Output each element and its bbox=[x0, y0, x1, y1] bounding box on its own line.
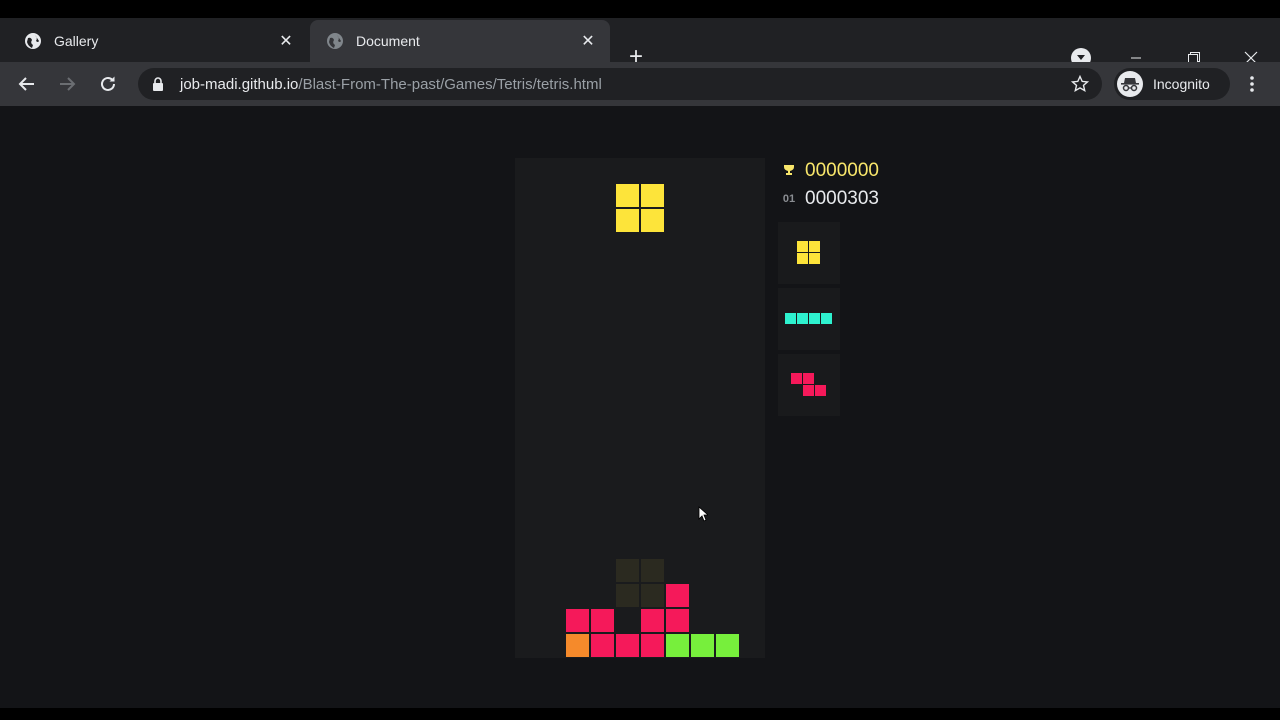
browser-toolbar: job-madi.github.io/Blast-From-The-past/G… bbox=[0, 62, 1280, 106]
next-piece-cell bbox=[809, 253, 820, 264]
mouse-cursor-icon bbox=[698, 506, 708, 522]
ghost-piece-cell bbox=[641, 584, 664, 607]
url-text: job-madi.github.io/Blast-From-The-past/G… bbox=[180, 76, 602, 93]
ghost-piece-cell bbox=[616, 559, 639, 582]
settled-block bbox=[591, 609, 614, 632]
ghost-piece-cell bbox=[616, 584, 639, 607]
settled-block bbox=[666, 584, 689, 607]
score-row: 01 0000303 bbox=[780, 188, 879, 210]
tetris-board[interactable] bbox=[515, 158, 765, 658]
tab-document[interactable]: Document ✕ bbox=[310, 20, 610, 62]
active-piece-cell bbox=[616, 209, 639, 232]
settled-block bbox=[566, 609, 589, 632]
incognito-icon bbox=[1117, 71, 1143, 97]
score-value: 0000303 bbox=[805, 188, 879, 209]
settled-block bbox=[566, 634, 589, 657]
globe-icon bbox=[326, 32, 344, 50]
close-tab-icon[interactable]: ✕ bbox=[578, 31, 598, 51]
menu-button[interactable] bbox=[1242, 72, 1262, 96]
reload-button[interactable] bbox=[96, 72, 120, 96]
url-host: job-madi.github.io bbox=[180, 75, 299, 93]
next-piece-cell bbox=[821, 313, 832, 324]
bottom-strip bbox=[0, 708, 1280, 720]
active-piece-cell bbox=[641, 209, 664, 232]
next-piece-cell bbox=[797, 241, 808, 252]
settled-block bbox=[616, 634, 639, 657]
settled-block bbox=[716, 634, 739, 657]
tab-title: Document bbox=[356, 33, 420, 49]
high-score-value: 0000000 bbox=[805, 160, 879, 181]
bookmark-star-icon[interactable] bbox=[1070, 74, 1090, 94]
top-strip bbox=[0, 0, 1280, 18]
settled-block bbox=[641, 634, 664, 657]
settled-block bbox=[591, 634, 614, 657]
next-piece-cell bbox=[809, 241, 820, 252]
next-piece-cell bbox=[803, 373, 814, 384]
next-piece-cell bbox=[815, 385, 826, 396]
reload-icon bbox=[101, 76, 115, 91]
high-score-row: 0000000 bbox=[780, 160, 879, 182]
next-piece-cell bbox=[797, 253, 808, 264]
globe-icon bbox=[24, 32, 42, 50]
next-piece-cell bbox=[791, 373, 802, 384]
next-piece-preview-3 bbox=[778, 354, 840, 416]
forward-button[interactable] bbox=[55, 72, 79, 96]
back-button[interactable] bbox=[15, 72, 39, 96]
arrow-right-icon bbox=[60, 77, 76, 91]
score-label: 01 bbox=[782, 193, 796, 205]
tab-title: Gallery bbox=[54, 33, 99, 49]
address-bar[interactable]: job-madi.github.io/Blast-From-The-past/G… bbox=[138, 68, 1102, 100]
settled-block bbox=[666, 609, 689, 632]
incognito-badge[interactable]: Incognito bbox=[1114, 68, 1230, 100]
trophy-icon bbox=[780, 163, 798, 180]
tab-gallery[interactable]: Gallery ✕ bbox=[8, 20, 308, 62]
settled-block bbox=[641, 609, 664, 632]
active-piece-cell bbox=[616, 184, 639, 207]
ghost-piece-cell bbox=[641, 559, 664, 582]
chevron-down-icon bbox=[1077, 55, 1085, 60]
url-path: /Blast-From-The-past/Games/Tetris/tetris… bbox=[298, 75, 602, 93]
next-piece-cell bbox=[797, 313, 808, 324]
next-piece-cell bbox=[809, 313, 820, 324]
incognito-label: Incognito bbox=[1153, 76, 1210, 92]
next-piece-cell bbox=[803, 385, 814, 396]
next-piece-preview-1 bbox=[778, 222, 840, 284]
next-piece-preview-2 bbox=[778, 288, 840, 350]
next-piece-cell bbox=[785, 313, 796, 324]
tab-strip: Gallery ✕ Document ✕ + bbox=[0, 18, 1280, 69]
settled-block bbox=[666, 634, 689, 657]
lock-icon bbox=[150, 76, 166, 92]
arrow-left-icon bbox=[18, 77, 34, 91]
active-piece-cell bbox=[641, 184, 664, 207]
kebab-menu-icon bbox=[1250, 76, 1254, 92]
settled-block bbox=[691, 634, 714, 657]
page-viewport: 0000000 01 0000303 bbox=[0, 106, 1280, 708]
close-tab-icon[interactable]: ✕ bbox=[276, 31, 296, 51]
